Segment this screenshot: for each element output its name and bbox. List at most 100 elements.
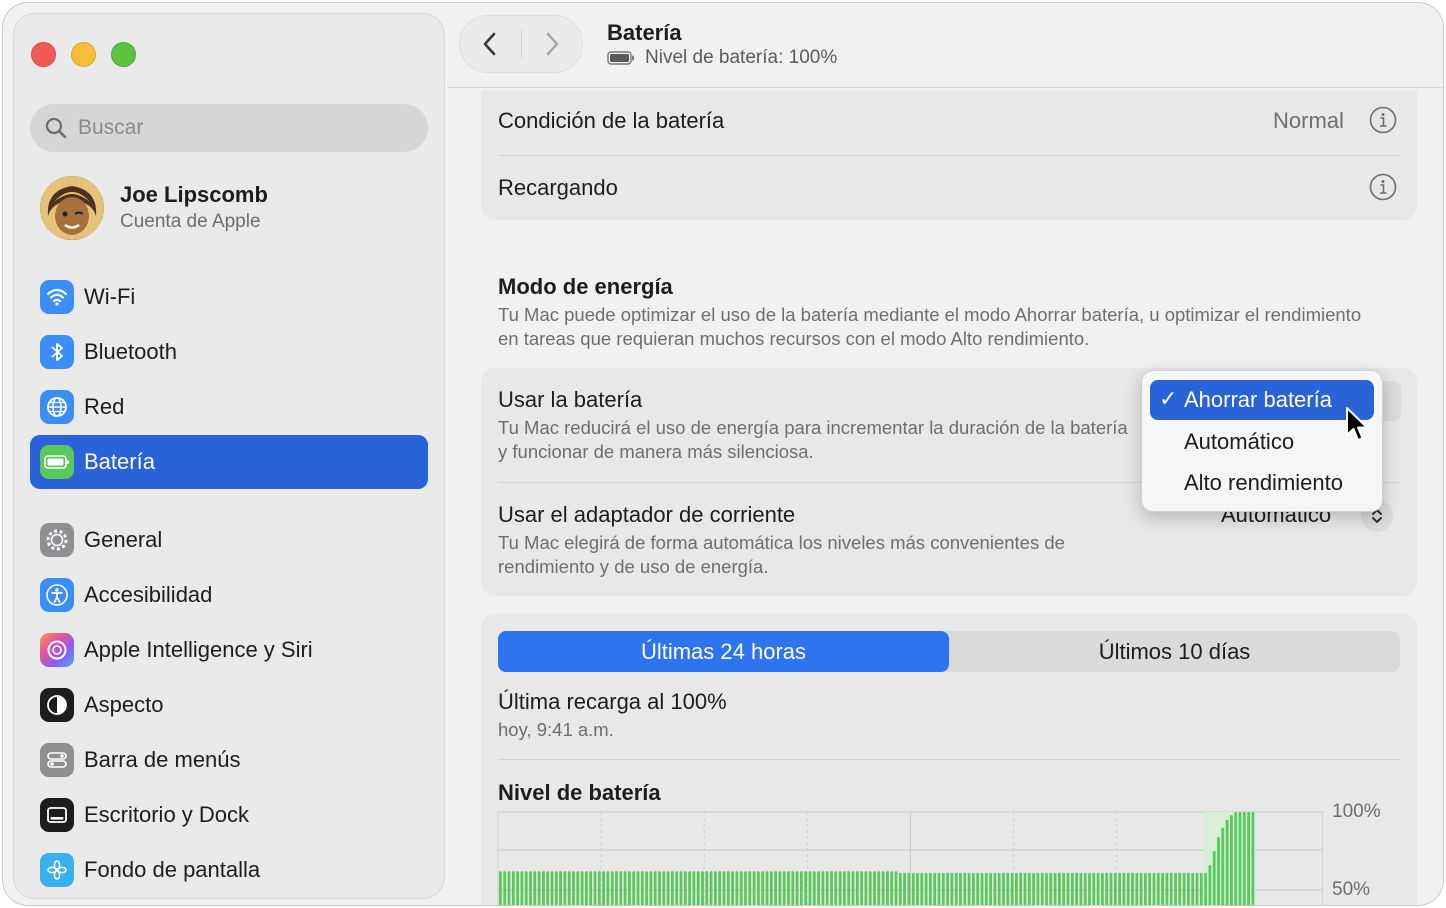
- battery-level-bar: [507, 871, 511, 905]
- battery-level-chart-title: Nivel de batería: [498, 780, 661, 805]
- battery-level-bar: [774, 871, 777, 905]
- minimize-window-button[interactable]: [71, 42, 96, 67]
- battery-level-bar: [1238, 812, 1242, 905]
- battery-level-bar: [533, 871, 537, 905]
- menu-item-automatico[interactable]: Automático: [1150, 422, 1374, 462]
- sidebar-item-fondo-de-pantalla[interactable]: Fondo de pantalla: [30, 843, 428, 897]
- sidebar-item-label: General: [84, 527, 163, 552]
- battery-level-bar: [1083, 872, 1087, 905]
- battery-level-bar: [542, 871, 545, 905]
- battery-level-bar: [916, 872, 919, 905]
- sidebar-item-label: Aspecto: [84, 692, 164, 717]
- battery-level-bar: [881, 871, 885, 905]
- menubar-icon: [40, 743, 74, 777]
- battery-level-bar: [1148, 872, 1152, 905]
- battery-level-bar: [1212, 851, 1216, 905]
- battery-level-bar: [632, 871, 636, 905]
- sidebar-item-label: Wi-Fi: [84, 284, 136, 309]
- battery-level-bar: [623, 871, 627, 905]
- battery-level-bar: [1131, 872, 1134, 905]
- sidebar-item-aspecto[interactable]: Aspecto: [30, 678, 428, 732]
- battery-level-bar: [847, 871, 851, 905]
- battery-level-bar: [937, 872, 941, 905]
- battery-level-bar: [726, 871, 730, 905]
- battery-level-bar: [640, 871, 644, 905]
- battery-level-bar: [752, 871, 756, 905]
- battery-level-bar: [1169, 872, 1173, 905]
- tab-last-24-hours[interactable]: Últimas 24 horas: [498, 631, 949, 672]
- settings-window: Joe Lipscomb Cuenta de Apple Wi-Fi Bluet…: [2, 2, 1444, 906]
- checkmark-icon: ✓: [1159, 386, 1178, 411]
- search-input[interactable]: [78, 116, 398, 140]
- battery-level-bar: [576, 871, 580, 905]
- menu-item-alto-rendimiento[interactable]: Alto rendimiento: [1150, 463, 1374, 503]
- menu-item-ahorrar-bateria[interactable]: ✓ Ahorrar batería: [1150, 380, 1374, 420]
- battery-condition-value: Normal: [1273, 108, 1344, 133]
- battery-level-bar: [1092, 872, 1096, 905]
- battery-level-bar: [722, 871, 726, 905]
- tab-last-10-days[interactable]: Últimos 10 días: [949, 631, 1400, 672]
- battery-level-bar: [550, 871, 554, 905]
- sidebar-item-barra-de-menus[interactable]: Barra de menús: [30, 733, 428, 787]
- mouse-cursor-icon: [1346, 407, 1368, 441]
- wifi-icon: [40, 280, 74, 314]
- close-window-button[interactable]: [31, 42, 56, 67]
- battery-level-bar: [748, 871, 752, 905]
- sidebar-item-bateria[interactable]: Batería: [30, 435, 428, 489]
- battery-level-bar: [714, 871, 717, 905]
- battery-level-bar: [843, 871, 846, 905]
- menu-item-label: Alto rendimiento: [1184, 470, 1343, 495]
- battery-level-subtitle: Nivel de batería: 100%: [607, 47, 837, 69]
- info-icon[interactable]: [1369, 173, 1397, 201]
- battery-level-bar: [1079, 872, 1083, 905]
- battery-level-bar: [778, 871, 782, 905]
- battery-level-bar: [1251, 812, 1255, 905]
- menu-item-label: Ahorrar batería: [1184, 387, 1332, 412]
- forward-button[interactable]: [521, 15, 582, 73]
- account-name: Joe Lipscomb: [120, 182, 268, 207]
- battery-level-bar: [653, 871, 657, 905]
- battery-level-bar: [1242, 812, 1246, 905]
- battery-level-bar: [838, 871, 842, 905]
- sidebar-item-red[interactable]: Red: [30, 380, 428, 434]
- sidebar-item-escritorio-y-dock[interactable]: Escritorio y Dock: [30, 788, 428, 842]
- sidebar-item-accesibilidad[interactable]: Accesibilidad: [30, 568, 428, 622]
- battery-level-bar: [1019, 872, 1023, 905]
- sidebar-item-general[interactable]: General: [30, 513, 428, 567]
- battery-level-bar: [563, 871, 567, 905]
- battery-level-bar: [1070, 872, 1074, 905]
- chevron-right-icon: [546, 32, 559, 56]
- battery-level-bar: [628, 871, 631, 905]
- battery-level-bar: [1006, 872, 1010, 905]
- sidebar-item-apple-intelligence[interactable]: Apple Intelligence y Siri: [30, 623, 428, 677]
- search-field[interactable]: [30, 104, 428, 152]
- battery-level-bar: [933, 872, 937, 905]
- search-icon: [45, 117, 67, 139]
- battery-level-chart: [497, 811, 1323, 905]
- dock-icon: [40, 798, 74, 832]
- battery-level-bar: [1139, 872, 1143, 905]
- history-range-segmented-control: Últimas 24 horas Últimos 10 días: [498, 631, 1400, 672]
- battery-mode-description: Tu Mac reducirá el uso de energía para i…: [498, 417, 1128, 462]
- info-icon[interactable]: [1369, 106, 1397, 134]
- battery-level-bar: [1165, 872, 1169, 905]
- apple-account[interactable]: Joe Lipscomb Cuenta de Apple: [40, 174, 420, 240]
- battery-level-bar: [800, 871, 803, 905]
- sidebar-item-label: Batería: [84, 449, 155, 474]
- back-button[interactable]: [460, 15, 521, 73]
- energy-mode-description: Tu Mac puede optimizar el uso de la bate…: [498, 304, 1362, 349]
- adapter-mode-description: Tu Mac elegirá de forma automática los n…: [498, 532, 1065, 577]
- sidebar-item-bluetooth[interactable]: Bluetooth: [30, 325, 428, 379]
- battery-level-bar: [993, 872, 997, 905]
- battery-level-bar: [709, 871, 713, 905]
- battery-level-bar: [765, 871, 769, 905]
- battery-level-text: Nivel de batería: 100%: [645, 47, 838, 68]
- battery-level-bar: [1088, 872, 1091, 905]
- battery-level-bar: [585, 871, 588, 905]
- globe-icon: [40, 390, 74, 424]
- battery-level-bar: [567, 871, 571, 905]
- battery-level-bar: [1040, 872, 1044, 905]
- battery-level-bar: [920, 872, 924, 905]
- zoom-window-button[interactable]: [111, 42, 136, 67]
- sidebar-item-wifi[interactable]: Wi-Fi: [30, 270, 428, 324]
